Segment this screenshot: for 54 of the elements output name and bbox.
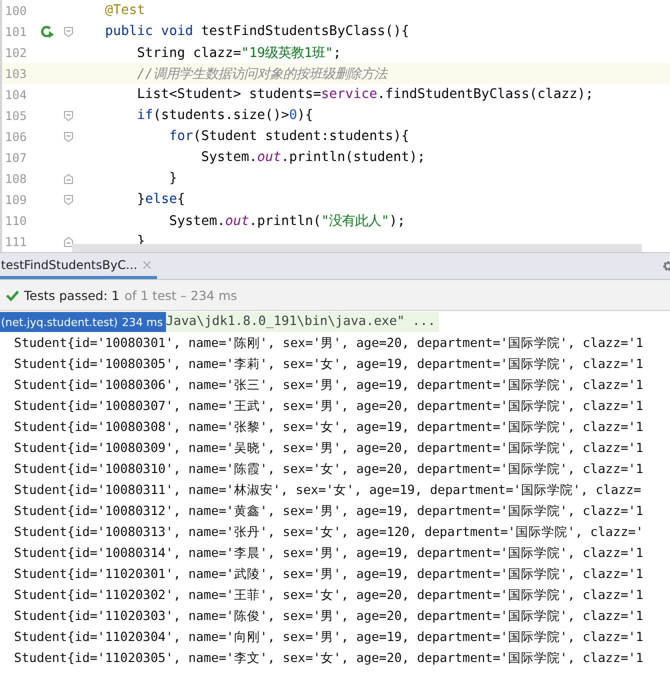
console-line: Student{id='10080305', name='李莉', sex='女', age=19, department='国际学院', clazz='1 <box>13 355 644 373</box>
fold-icon[interactable] <box>64 194 72 204</box>
line-number: 106 <box>4 130 28 144</box>
line-number: 104 <box>4 88 28 102</box>
test-tree-item[interactable]: (net.jyq.student.test) <box>1 316 118 328</box>
code-line: if(students.size()>0){ <box>136 108 314 123</box>
fold-icon[interactable] <box>64 132 72 142</box>
console-line: Student{id='11020305', name='李文', sex='女', age=20, department='国际学院', clazz='1 <box>13 649 644 667</box>
console-line: Student{id='10080309', name='吴晓', sex='男', age=20, department='国际学院', clazz='1 <box>13 439 644 457</box>
console-line: Student{id='10080311', name='林淑安', sex='女', age=19, department='国际学院', clazz= <box>13 481 642 499</box>
code-line: }else{ <box>136 192 186 207</box>
line-number: 111 <box>4 234 28 248</box>
code-line: @Test <box>104 3 146 18</box>
tests-passed-label: Tests passed: 1 <box>24 288 120 302</box>
fold-icon[interactable] <box>64 110 72 120</box>
line-number: 102 <box>4 46 28 60</box>
console-line: Student{id='10080310', name='陈霞', sex='女', age=20, department='国际学院', clazz='1 <box>13 460 644 478</box>
console-line: Student{id='10080307', name='王武', sex='男', age=20, department='国际学院', clazz='1 <box>13 397 644 415</box>
code-line: public void testFindStudentsByClass(){ <box>104 24 410 39</box>
code-line: String clazz="19级英教1班"; <box>136 44 342 62</box>
code-line: List<Student> students=service.findStudentByClass(clazz); <box>136 87 594 102</box>
console-line: Student{id='11020302', name='王菲', sex='女', age=20, department='国际学院', clazz='1 <box>13 586 644 604</box>
console-line: Student{id='10080308', name='张黎', sex='女', age=19, department='国际学院', clazz='1 <box>13 418 644 436</box>
code-line: } <box>168 171 178 186</box>
check-icon <box>6 290 19 300</box>
test-duration: 234 ms <box>122 316 163 328</box>
fold-icon[interactable] <box>64 174 72 184</box>
code-line: //调用学生数据访问对象的按班级删除方法 <box>136 66 388 82</box>
line-number: 110 <box>4 214 28 228</box>
console-line: Student{id='10080312', name='黄鑫', sex='男', age=19, department='国际学院', clazz='1 <box>13 502 644 520</box>
fold-icon[interactable] <box>64 236 72 246</box>
console-line: Student{id='11020301', name='武陵', sex='男', age=19, department='国际学院', clazz='1 <box>13 565 644 583</box>
line-number: 109 <box>4 192 28 206</box>
horizontal-scrollbar[interactable] <box>72 244 642 252</box>
code-line: for(Student student:students){ <box>168 129 410 144</box>
line-number: 107 <box>4 150 28 164</box>
line-number: 100 <box>4 4 28 18</box>
console-line: Student{id='10080314', name='李晨', sex='男', age=19, department='国际学院', clazz='1 <box>13 544 644 562</box>
close-icon[interactable] <box>143 260 152 268</box>
code-line: System.out.println(student); <box>200 150 426 165</box>
run-icon[interactable] <box>41 25 55 38</box>
console-line: Student{id='10080301', name='陈刚', sex='男', age=20, department='国际学院', clazz='1 <box>13 334 644 352</box>
line-number: 105 <box>4 108 28 122</box>
code-line: System.out.println("没有此人"); <box>168 212 406 230</box>
line-number: 101 <box>4 24 28 38</box>
console-command: Java\jdk1.8.0_191\bin\java.exe" ... <box>166 312 440 332</box>
fold-icon[interactable] <box>64 26 72 36</box>
console-line: Student{id='10080306', name='张三', sex='男', age=19, department='国际学院', clazz='1 <box>13 376 644 394</box>
test-summary: of 1 test – 234 ms <box>124 288 238 302</box>
console-line: Student{id='10080313', name='张丹', sex='女', age=120, department='国际学院', clazz=' <box>13 523 644 541</box>
line-number: 108 <box>4 172 28 186</box>
console-line: Student{id='11020303', name='陈俊', sex='男', age=20, department='国际学院', clazz='1 <box>13 607 644 625</box>
console-line: Student{id='11020304', name='向刚', sex='男', age=19, department='国际学院', clazz='1 <box>13 628 644 646</box>
line-number: 103 <box>4 66 28 80</box>
